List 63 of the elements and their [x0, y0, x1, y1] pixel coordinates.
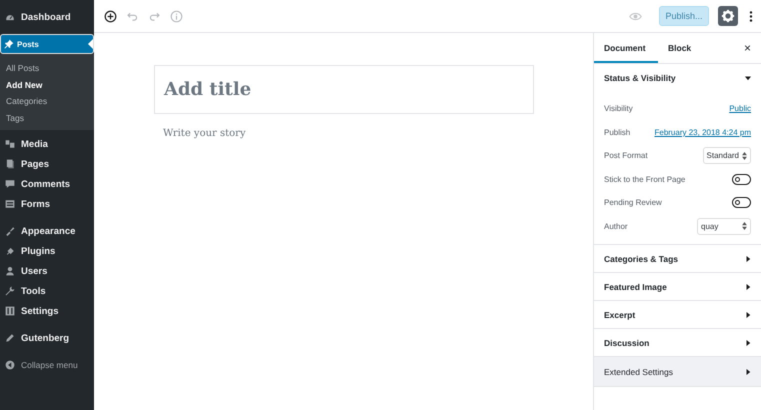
field-label: Pending Review [604, 198, 662, 208]
panel-title: Featured Image [604, 282, 667, 292]
media-icon [5, 139, 15, 149]
field-label: Post Format [604, 151, 648, 160]
pin-icon [4, 39, 14, 49]
settings-button[interactable] [718, 6, 738, 26]
menu-item[interactable]: Tools [0, 281, 94, 301]
toggle-switch[interactable] [732, 197, 751, 208]
submenu-item[interactable]: Categories [0, 93, 94, 110]
field-link[interactable]: February 23, 2018 4:24 pm [654, 128, 751, 137]
comment-icon [5, 179, 15, 189]
sidebar-tab[interactable]: Block [658, 33, 702, 63]
menu-item[interactable]: Users [0, 261, 94, 281]
pages-icon [5, 159, 15, 169]
more-menu-icon[interactable] [749, 10, 753, 22]
panel-title: Extended Settings [604, 366, 673, 376]
title-field[interactable]: Add title [154, 65, 534, 114]
collapse-icon [5, 360, 15, 370]
menu-item[interactable]: Plugins [0, 241, 94, 261]
panel-title: Discussion [604, 338, 650, 348]
panel-title: Status & Visibility [604, 72, 676, 82]
panel-header[interactable]: Featured Image [594, 273, 761, 300]
panel-title: Excerpt [604, 310, 636, 320]
add-block-icon[interactable] [104, 10, 117, 22]
panel-header[interactable]: Status & Visibility [594, 64, 761, 91]
menu-item[interactable]: Settings [0, 301, 94, 321]
panel-title: Categories & Tags [604, 254, 678, 264]
wrench-icon [5, 286, 15, 296]
pencil-icon [5, 333, 15, 343]
up-down-arrows-icon [742, 222, 747, 230]
menu-item[interactable]: Gutenberg [0, 328, 94, 348]
user-icon [5, 266, 15, 276]
menu-item[interactable]: Appearance [0, 221, 94, 241]
field-label: Stick to the Front Page [604, 174, 686, 184]
form-icon [5, 199, 15, 209]
menu-item[interactable]: Dashboard [0, 7, 94, 27]
body-placeholder[interactable]: Write your story [163, 128, 593, 139]
collapse-menu-button[interactable]: Collapse menu [0, 355, 94, 375]
field-label: Visibility [604, 104, 633, 114]
panel-header[interactable]: Discussion [594, 329, 761, 356]
field-link[interactable]: Public [729, 104, 751, 114]
toggle-switch[interactable] [732, 174, 751, 185]
panel-header[interactable]: Extended Settings [594, 357, 761, 386]
field-label: Author [604, 222, 628, 231]
menu-item[interactable]: Pages [0, 154, 94, 174]
up-down-arrows-icon [742, 152, 747, 160]
menu-item[interactable]: Forms [0, 194, 94, 214]
select-field[interactable]: quay [697, 218, 751, 235]
brush-icon [5, 226, 15, 236]
panel-header[interactable]: Categories & Tags [594, 245, 761, 272]
submenu-item[interactable]: All Posts [0, 60, 94, 76]
menu-item[interactable]: Comments [0, 174, 94, 194]
select-field[interactable]: Standard [702, 147, 751, 164]
sidebar-tab[interactable]: Document [594, 33, 658, 63]
dashboard-icon [5, 12, 15, 22]
panel-header[interactable]: Excerpt [594, 301, 761, 328]
field-label: Publish [604, 128, 630, 137]
submenu-item[interactable]: Add New [0, 76, 94, 93]
menu-item[interactable]: Media [0, 134, 94, 154]
menu-item[interactable]: Posts [0, 34, 94, 54]
submenu-item[interactable]: Tags [0, 110, 94, 126]
settings-icon [5, 306, 15, 316]
close-button[interactable]: × [744, 41, 751, 55]
